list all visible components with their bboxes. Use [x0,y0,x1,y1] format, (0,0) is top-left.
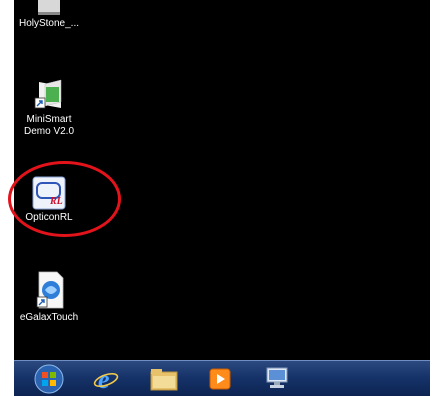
desktop-icon-minismart-demo[interactable]: MiniSmart Demo V2.0 [14,78,88,138]
minismart-shortcut-icon [34,79,62,109]
desktop-icon-label: eGalaxTouch [19,312,79,323]
media-player-icon [209,368,231,390]
taskbar-item-media-player[interactable] [200,363,240,395]
desktop: HolyStone_... MiniSmart Demo V2.0 RL Opt… [14,0,430,360]
desktop-icon-label: MiniSmart [26,114,72,125]
desktop-icon-opticonrl[interactable]: RL OpticonRL [14,176,88,224]
desktop-icon-egalaxtouch[interactable]: eGalaxTouch [14,270,88,324]
desktop-icon-label: OpticonRL [25,212,73,223]
start-button[interactable] [28,363,70,395]
svg-text:e: e [98,365,110,393]
taskbar-item-internet-explorer[interactable]: e [86,363,126,395]
desktop-icon-label-line2: Demo V2.0 [23,126,75,137]
taskbar-item-network[interactable] [256,363,298,395]
desktop-icon-label: HolyStone_... [18,18,80,29]
desktop-icon-holystone[interactable]: HolyStone_... [14,0,88,30]
file-explorer-icon [150,369,178,391]
taskbar: e [14,360,430,396]
opticonrl-app-icon: RL [32,176,66,210]
svg-text:RL: RL [49,196,63,207]
taskbar-item-file-explorer[interactable] [144,363,184,395]
holystone-app-icon [38,0,60,15]
egalaxtouch-shortcut-icon [36,271,64,309]
start-orb-icon [34,364,64,394]
internet-explorer-icon: e [93,365,119,393]
network-computer-icon [266,367,288,388]
